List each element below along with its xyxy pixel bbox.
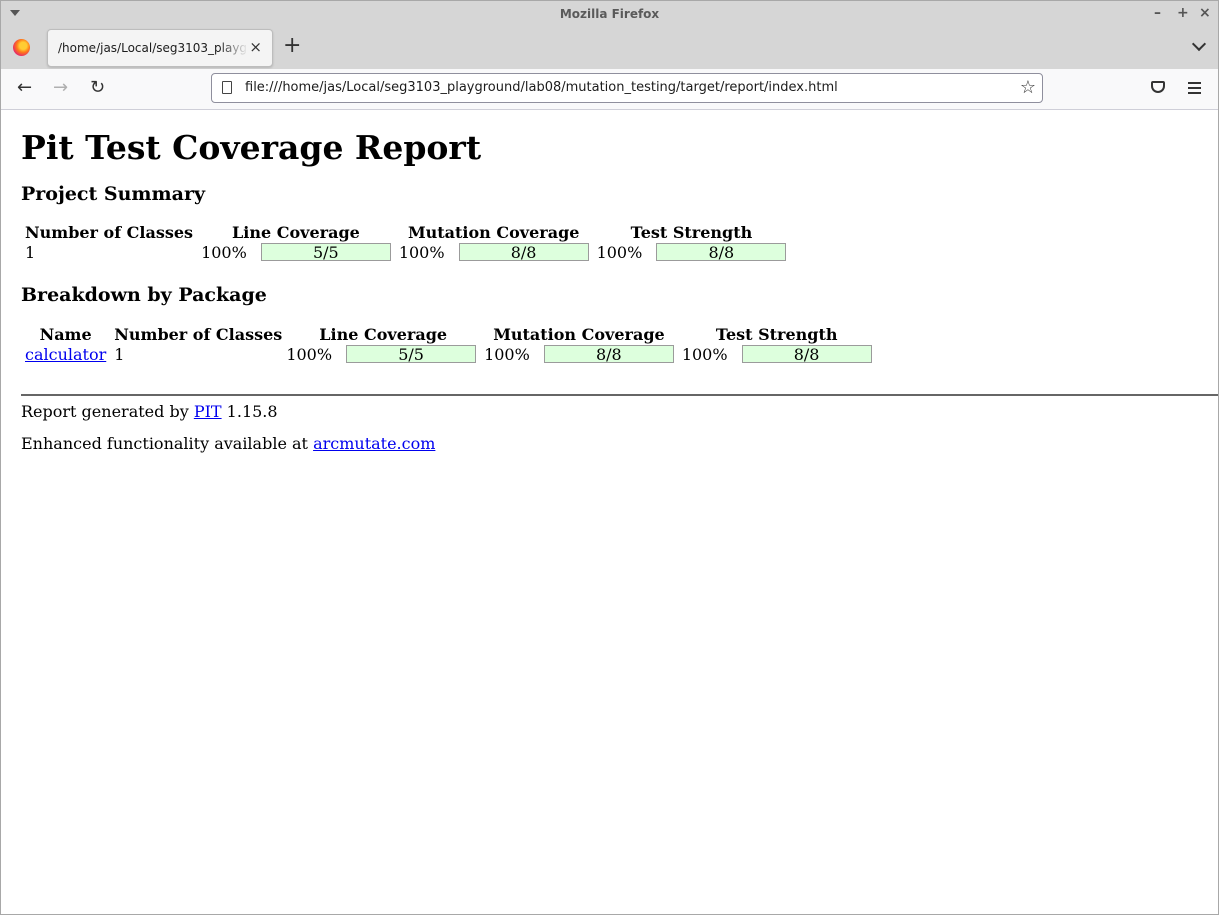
- bookmark-star-icon[interactable]: ☆: [1020, 77, 1036, 98]
- test-strength-percent: 100%: [681, 345, 728, 364]
- tab-close-icon[interactable]: ×: [249, 38, 262, 56]
- divider: [21, 394, 1218, 396]
- header-mutation-coverage: Mutation Coverage: [493, 325, 665, 344]
- window-title: Mozilla Firefox: [559, 7, 660, 21]
- line-coverage-bar: 5/5: [260, 243, 391, 261]
- package-link-calculator[interactable]: calculator: [25, 345, 106, 364]
- header-line-coverage: Line Coverage: [232, 223, 360, 242]
- mutation-coverage-percent: 100%: [484, 345, 530, 364]
- hamburger-menu-icon[interactable]: [1188, 82, 1201, 97]
- project-summary-table: Number of Classes Line Coverage Mutation…: [21, 222, 790, 262]
- breakdown-heading: Breakdown by Package: [21, 284, 267, 306]
- header-test-strength: Test Strength: [630, 223, 753, 242]
- minimize-button[interactable]: –: [1154, 5, 1161, 21]
- test-strength-bar: 8/8: [656, 243, 787, 261]
- window-menu-icon[interactable]: [10, 10, 20, 16]
- reload-button[interactable]: ↻: [90, 78, 105, 98]
- header-test-strength: Test Strength: [715, 325, 838, 344]
- navigation-toolbar: ← → ↻ file:///home/jas/Local/seg3103_pla…: [1, 69, 1218, 110]
- pit-link[interactable]: PIT: [194, 402, 222, 421]
- class-count: 1: [25, 243, 36, 262]
- page-content: Pit Test Coverage Report Project Summary…: [1, 110, 1218, 914]
- header-mutation-coverage: Mutation Coverage: [407, 223, 580, 242]
- header-number-of-classes: Number of Classes: [25, 223, 194, 242]
- generated-prefix: Report generated by: [21, 402, 194, 421]
- enhanced-prefix: Enhanced functionality available at: [21, 434, 314, 453]
- header-name: Name: [39, 325, 92, 344]
- close-window-button[interactable]: ×: [1199, 5, 1211, 21]
- line-coverage-bar: 5/5: [346, 345, 477, 363]
- mutation-coverage-percent: 100%: [398, 243, 445, 262]
- header-line-coverage: Line Coverage: [319, 325, 448, 344]
- breakdown-table: Name Number of Classes Line Coverage Mut…: [21, 324, 876, 364]
- page-icon: [222, 81, 232, 94]
- tab-strip: /home/jas/Local/seg3103_playground × +: [1, 27, 1218, 69]
- test-strength-percent: 100%: [596, 243, 643, 262]
- mutation-coverage-bar: 8/8: [543, 345, 674, 363]
- tab-title: /home/jas/Local/seg3103_playground: [58, 41, 248, 55]
- pocket-icon[interactable]: [1151, 81, 1165, 93]
- table-row: calculator 1 100% 5/5 100% 8/8 100% 8/8: [21, 344, 876, 364]
- back-button[interactable]: ←: [17, 78, 32, 98]
- list-all-tabs-icon[interactable]: [1191, 36, 1207, 52]
- report-generated-line: Report generated by PIT 1.15.8: [21, 402, 278, 421]
- arcmutate-link[interactable]: arcmutate.com: [313, 434, 435, 453]
- url-text[interactable]: file:///home/jas/Local/seg3103_playgroun…: [245, 80, 838, 95]
- window-titlebar: Mozilla Firefox – + ×: [1, 1, 1218, 27]
- line-coverage-percent: 100%: [201, 243, 247, 262]
- mutation-coverage-bar: 8/8: [458, 243, 589, 261]
- line-coverage-percent: 100%: [286, 345, 333, 364]
- project-summary-heading: Project Summary: [21, 183, 205, 205]
- test-strength-bar: 8/8: [741, 345, 872, 363]
- page-title: Pit Test Coverage Report: [21, 128, 482, 167]
- class-count: 1: [114, 345, 125, 364]
- enhanced-functionality-line: Enhanced functionality available at arcm…: [21, 434, 435, 453]
- forward-button[interactable]: →: [53, 78, 68, 98]
- header-number-of-classes: Number of Classes: [114, 325, 283, 344]
- table-row: 1 100% 5/5 100% 8/8 100% 8/8: [21, 242, 790, 262]
- new-tab-button[interactable]: +: [283, 35, 301, 57]
- tab-report[interactable]: /home/jas/Local/seg3103_playground ×: [47, 29, 273, 67]
- pit-version: 1.15.8: [221, 402, 278, 421]
- firefox-logo-icon[interactable]: [13, 39, 30, 56]
- maximize-button[interactable]: +: [1177, 5, 1189, 21]
- url-bar[interactable]: file:///home/jas/Local/seg3103_playgroun…: [211, 73, 1043, 103]
